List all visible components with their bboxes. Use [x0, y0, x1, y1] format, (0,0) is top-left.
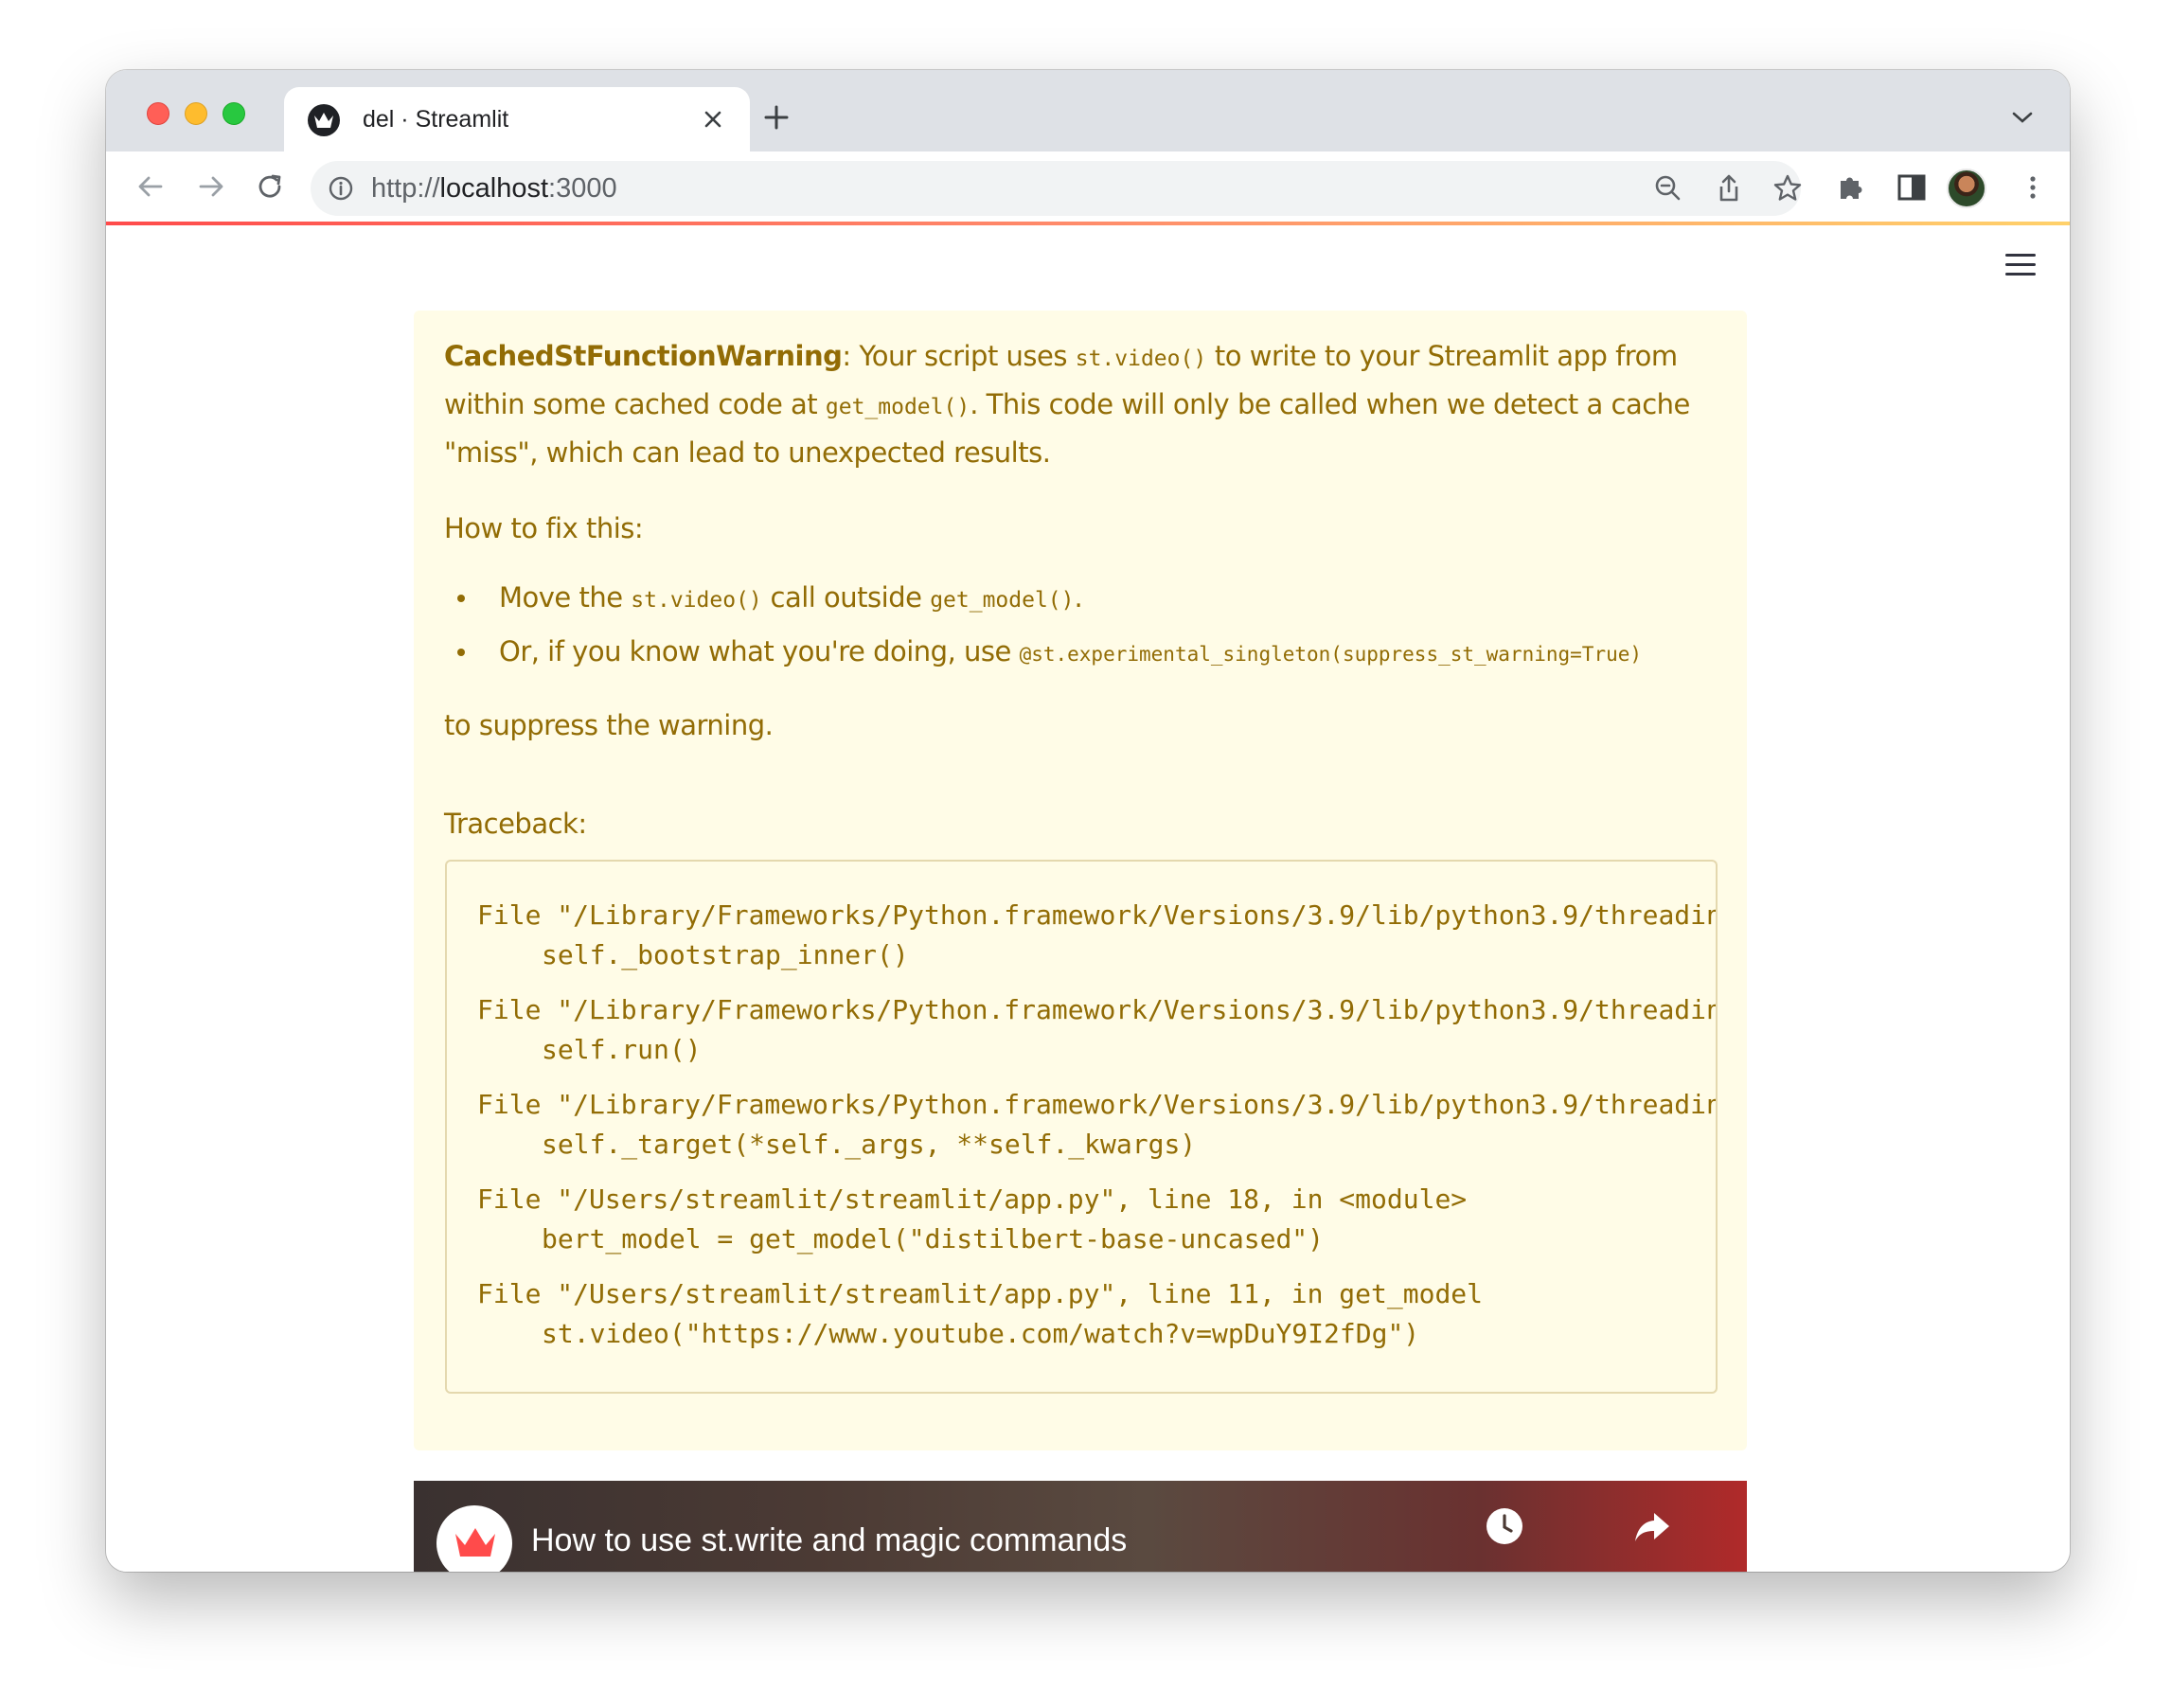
warning-name: CachedStFunctionWarning — [444, 340, 843, 372]
forward-arrow-icon[interactable] — [193, 169, 229, 205]
profile-avatar[interactable] — [1947, 169, 1986, 208]
minimize-window-button[interactable] — [185, 102, 207, 125]
traceback-frame: File "/Library/Frameworks/Python.framewo… — [477, 896, 1716, 975]
url-host: localhost — [439, 173, 549, 204]
list-text: Or, if you know what you're doing, use — [499, 635, 1020, 667]
frame-file: File "/Library/Frameworks/Python.framewo… — [477, 899, 1718, 931]
streamlit-channel-logo-icon[interactable] — [436, 1505, 512, 1572]
streamlit-app: CachedStFunctionWarning: Your script use… — [106, 225, 2070, 1572]
tab-title: del · Streamlit — [363, 106, 509, 133]
url-port: :3000 — [548, 173, 617, 204]
url-text[interactable]: http://localhost:3000 — [371, 173, 617, 205]
address-bar[interactable]: http://localhost:3000 — [311, 161, 1803, 216]
traceback-code-block[interactable]: File "/Library/Frameworks/Python.framewo… — [445, 860, 1718, 1394]
close-tab-icon[interactable] — [698, 104, 728, 134]
browser-toolbar: http://localhost:3000 — [106, 151, 2070, 223]
info-icon[interactable] — [328, 175, 354, 202]
streamlit-favicon-icon — [308, 104, 340, 136]
frame-code: self._bootstrap_inner() — [542, 939, 909, 970]
url-scheme: http:// — [371, 173, 440, 204]
list-text: . — [1074, 581, 1083, 614]
warning-alert: CachedStFunctionWarning: Your script use… — [414, 311, 1747, 1450]
frame-code: self._target(*self._args, **self._kwargs… — [542, 1129, 1197, 1160]
frame-file: File "/Library/Frameworks/Python.framewo… — [477, 1089, 1718, 1120]
how-to-fix-heading: How to fix this: — [444, 512, 644, 544]
maximize-window-button[interactable] — [223, 102, 245, 125]
zoom-out-icon[interactable] — [1653, 173, 1683, 204]
watch-later-icon[interactable] — [1484, 1505, 1525, 1547]
inline-code: st.video() — [631, 588, 762, 613]
traceback-frame: File "/Library/Frameworks/Python.framewo… — [477, 1085, 1716, 1165]
traceback-label: Traceback: — [444, 808, 587, 840]
frame-file: File "/Users/streamlit/streamlit/app.py"… — [477, 1278, 1484, 1309]
video-title[interactable]: How to use st.write and magic commands — [531, 1522, 1127, 1559]
share-icon[interactable] — [1631, 1505, 1673, 1547]
back-arrow-icon[interactable] — [133, 169, 169, 205]
bookmark-star-icon[interactable] — [1772, 173, 1803, 204]
tab-strip: del · Streamlit — [106, 70, 2070, 151]
traceback-frame: File "/Users/streamlit/streamlit/app.py"… — [477, 1180, 1716, 1259]
fix-list: Move the st.video() call outside get_mod… — [444, 572, 1717, 680]
extensions-puzzle-icon[interactable] — [1835, 171, 1867, 204]
list-item: Move the st.video() call outside get_mod… — [444, 572, 1717, 626]
traceback-frame: File "/Users/streamlit/streamlit/app.py"… — [477, 1274, 1716, 1354]
new-tab-icon[interactable] — [761, 102, 792, 133]
list-item: Or, if you know what you're doing, use @… — [444, 626, 1717, 680]
kebab-menu-icon[interactable] — [2017, 171, 2049, 204]
frame-file: File "/Users/streamlit/streamlit/app.py"… — [477, 1183, 1468, 1215]
list-text: Move the — [499, 581, 632, 614]
warning-text: : Your script uses — [842, 340, 1076, 372]
inline-code: @st.experimental_singleton(suppress_st_w… — [1019, 643, 1643, 666]
chevron-down-icon[interactable] — [2010, 108, 2035, 127]
share-page-icon[interactable] — [1714, 173, 1744, 204]
inline-code: get_model() — [930, 588, 1075, 613]
list-text: call outside — [761, 581, 931, 614]
video-player[interactable]: How to use st.write and magic commands — [414, 1481, 1747, 1572]
close-window-button[interactable] — [147, 102, 169, 125]
inline-code: st.video() — [1075, 347, 1207, 371]
frame-code: bert_model = get_model("distilbert-base-… — [542, 1223, 1325, 1254]
side-panel-icon[interactable] — [1896, 171, 1928, 204]
browser-window: del · Streamlit http://localhost:3000 Ca… — [106, 70, 2070, 1572]
suppress-text: to suppress the warning. — [444, 709, 774, 741]
hamburger-menu-icon[interactable] — [2005, 254, 2038, 280]
frame-file: File "/Library/Frameworks/Python.framewo… — [477, 994, 1718, 1025]
inline-code: get_model() — [825, 395, 970, 419]
frame-code: self.run() — [542, 1034, 702, 1065]
frame-code: st.video("https://www.youtube.com/watch?… — [542, 1318, 1420, 1349]
reload-icon[interactable] — [252, 169, 288, 205]
tab-active[interactable]: del · Streamlit — [284, 87, 750, 151]
traceback-frame: File "/Library/Frameworks/Python.framewo… — [477, 990, 1716, 1070]
warning-message: CachedStFunctionWarning: Your script use… — [444, 333, 1717, 475]
